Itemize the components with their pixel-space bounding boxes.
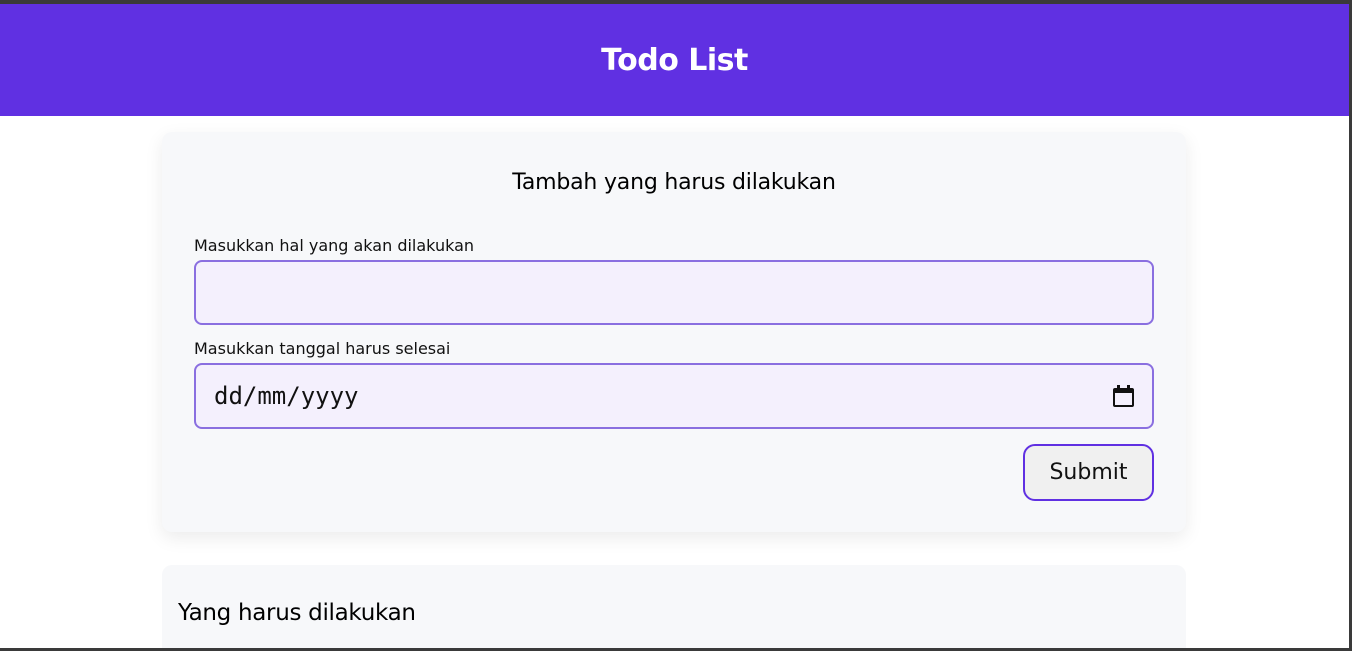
submit-button[interactable]: Submit: [1023, 444, 1154, 501]
calendar-icon-ring-right: [1127, 385, 1130, 390]
page-header: Todo List: [0, 4, 1349, 116]
todo-title-input[interactable]: [194, 260, 1154, 325]
todo-date-input[interactable]: dd/mm/yyyy: [194, 363, 1154, 429]
page-title: Todo List: [601, 42, 748, 78]
calendar-icon-ring-left: [1117, 385, 1120, 390]
todo-list-heading: Yang harus dilakukan: [178, 600, 416, 626]
date-placeholder: dd/mm/yyyy: [214, 382, 359, 410]
todo-date-label: Masukkan tanggal harus selesai: [194, 339, 451, 358]
todo-list-card: Yang harus dilakukan: [162, 565, 1186, 648]
add-todo-card: Tambah yang harus dilakukan Masukkan hal…: [162, 132, 1186, 532]
calendar-icon[interactable]: [1113, 385, 1134, 407]
calendar-icon-body: [1113, 388, 1134, 407]
app-window: Todo List Tambah yang harus dilakukan Ma…: [0, 0, 1352, 651]
add-todo-heading: Tambah yang harus dilakukan: [512, 170, 836, 195]
todo-title-label: Masukkan hal yang akan dilakukan: [194, 236, 475, 255]
